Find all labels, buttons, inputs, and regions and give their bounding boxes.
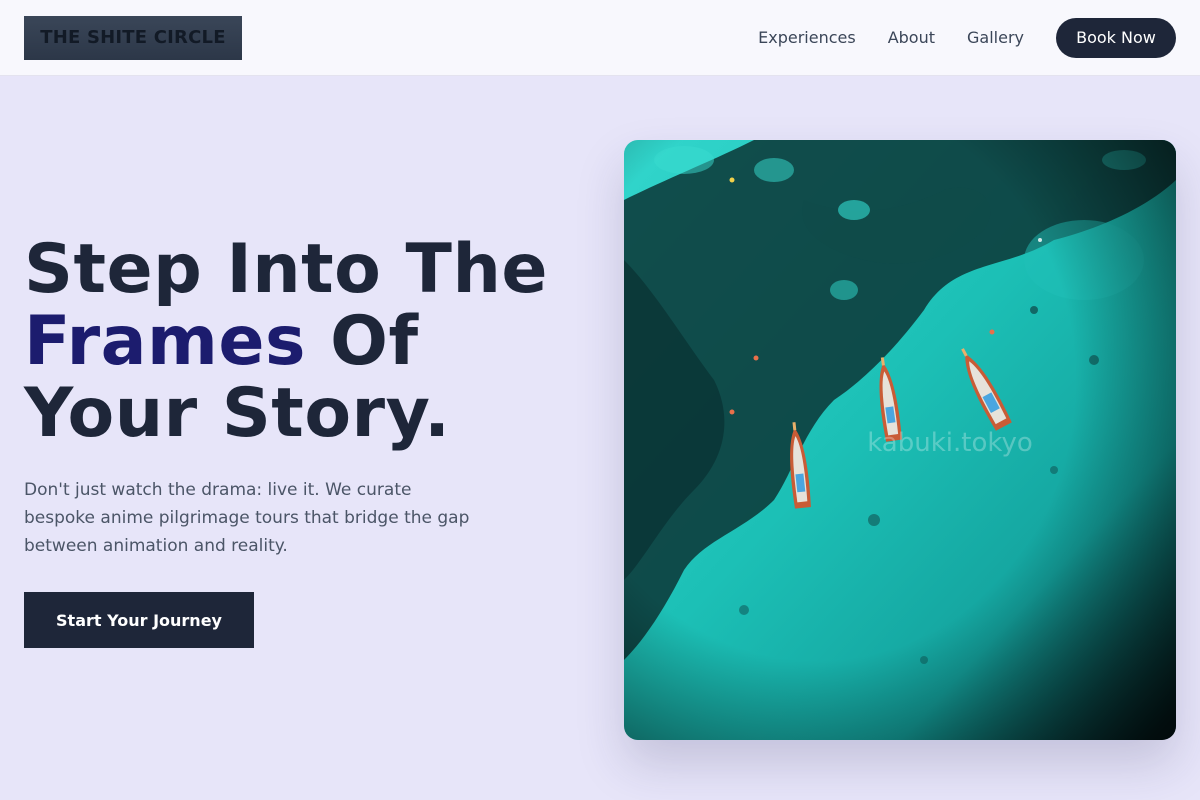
image-watermark: kabuki.tokyo (867, 428, 1033, 458)
top-navbar: THE SHITE CIRCLE Experiences About Galle… (0, 0, 1200, 76)
headline-line-1: Step Into The (24, 230, 548, 309)
start-journey-button[interactable]: Start Your Journey (24, 592, 254, 648)
headline-line-2-rest: Of (305, 302, 419, 381)
hero-section: Step Into The Frames Of Your Story. Don'… (24, 234, 604, 648)
nav-link-experiences[interactable]: Experiences (758, 28, 856, 47)
hero-subtext: Don't just watch the drama: live it. We … (24, 480, 470, 556)
nav-link-about[interactable]: About (888, 28, 935, 47)
book-now-button[interactable]: Book Now (1056, 17, 1176, 58)
brand-logo[interactable]: THE SHITE CIRCLE (24, 15, 242, 60)
hero-image: kabuki.tokyo (624, 140, 1176, 740)
hero-headline: Step Into The Frames Of Your Story. (24, 234, 604, 450)
nav-link-gallery[interactable]: Gallery (967, 28, 1024, 47)
headline-accent-word: Frames (24, 302, 306, 381)
headline-line-3: Your Story. (24, 374, 451, 453)
nav-links: Experiences About Gallery Book Now (758, 17, 1176, 58)
